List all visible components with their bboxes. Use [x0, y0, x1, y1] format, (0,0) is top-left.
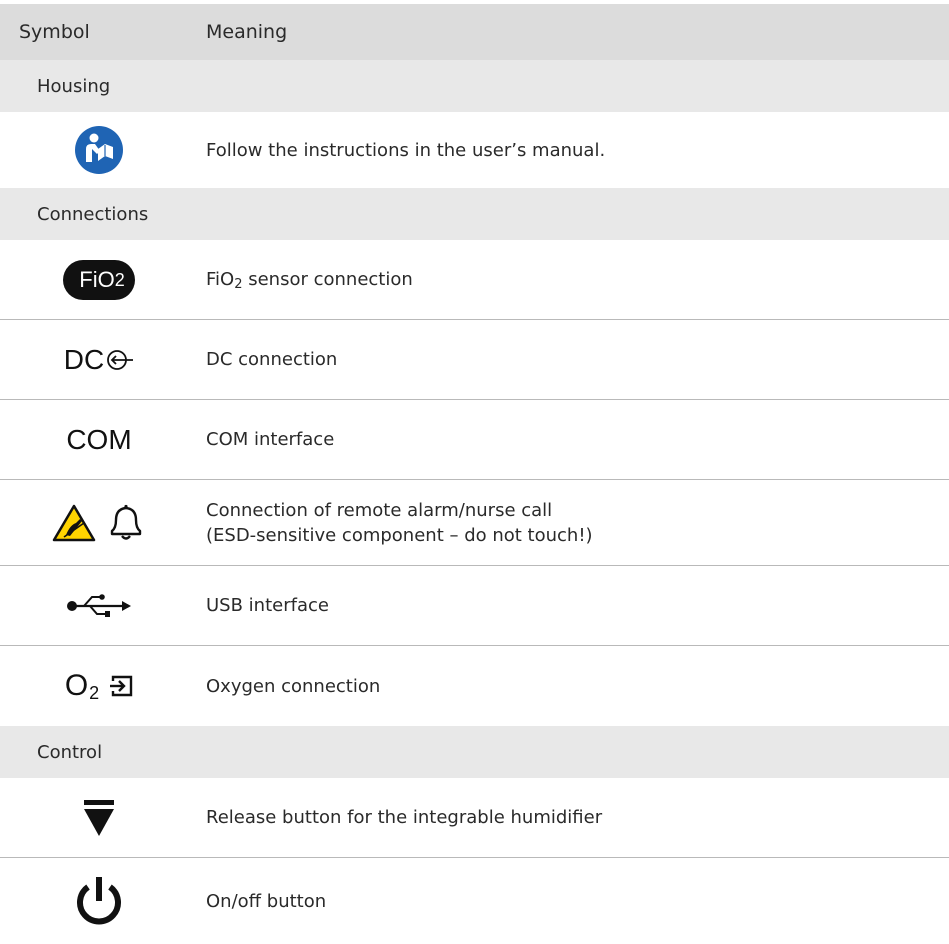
meaning-cell: Follow the instructions in the user’s ma…	[206, 139, 606, 161]
header-meaning: Meaning	[206, 21, 288, 43]
com-icon: COM	[66, 423, 132, 455]
manual-icon	[75, 126, 123, 174]
symbol-cell: FiO 2	[0, 240, 198, 319]
symbol-cell: O2	[0, 646, 198, 726]
section-label: Control	[37, 741, 103, 763]
power-icon	[77, 877, 121, 925]
input-arrow-icon	[110, 675, 133, 697]
oxygen-icon: O2	[65, 669, 133, 704]
fio2-icon: FiO 2	[63, 259, 135, 300]
symbol-cell	[0, 858, 198, 944]
table-row: COM COM interface	[0, 400, 949, 480]
table-row: O2 Oxygen connection	[0, 646, 949, 726]
symbol-cell	[0, 566, 198, 645]
section-housing: Housing	[0, 60, 949, 112]
symbol-cell	[0, 480, 198, 565]
dc-icon: DC	[64, 344, 134, 376]
table-row: Release button for the integrable humidi…	[0, 778, 949, 858]
meaning-cell: Oxygen connection	[206, 675, 381, 697]
meaning-cell: FiO2 sensor connection	[206, 269, 413, 292]
header-symbol: Symbol	[19, 21, 90, 43]
meaning-cell: Release button for the integrable humidi…	[206, 807, 603, 828]
symbol-cell	[0, 112, 198, 188]
table-row: On/off button	[0, 858, 949, 944]
meaning-cell: USB interface	[206, 595, 329, 616]
table-row: Follow the instructions in the user’s ma…	[0, 112, 949, 188]
symbol-cell	[0, 778, 198, 857]
meaning-cell: COM interface	[206, 429, 335, 450]
section-control: Control	[0, 726, 949, 778]
symbol-cell: DC	[0, 320, 198, 399]
table-row: USB interface	[0, 566, 949, 646]
bell-icon	[110, 504, 142, 540]
usb-icon	[67, 593, 131, 617]
esd-warning-icon	[52, 504, 96, 541]
release-arrow-icon	[84, 799, 114, 836]
section-label: Connections	[37, 203, 149, 225]
symbol-cell: COM	[0, 400, 198, 479]
table-row: DC DC connection	[0, 320, 949, 400]
meaning-cell: Connection of remote alarm/nurse call (E…	[206, 499, 593, 546]
meaning-cell: On/off button	[206, 890, 327, 912]
meaning-cell: DC connection	[206, 349, 338, 370]
table-row: Connection of remote alarm/nurse call (E…	[0, 480, 949, 566]
table-header: Symbol Meaning	[0, 4, 949, 60]
section-label: Housing	[37, 75, 111, 97]
section-connections: Connections	[0, 188, 949, 240]
table-row: FiO 2 FiO2 sensor connection	[0, 240, 949, 320]
